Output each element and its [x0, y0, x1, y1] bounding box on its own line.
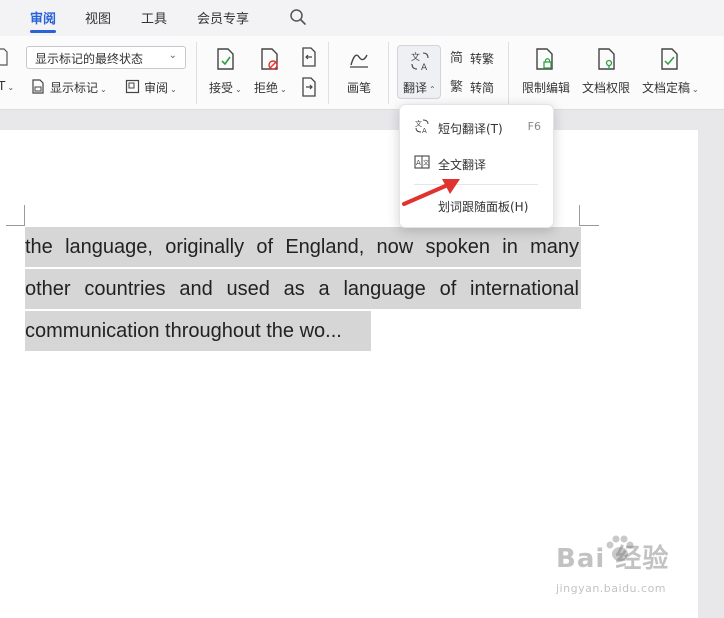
- svg-text:A: A: [416, 159, 421, 167]
- partial-button-label[interactable]: T ⌄: [0, 79, 14, 93]
- ribbon-separator: [196, 42, 197, 104]
- document-permission-button[interactable]: 文档权限: [582, 79, 630, 96]
- tab-member[interactable]: 会员专享: [197, 8, 249, 27]
- ribbon-separator: [508, 42, 509, 104]
- svg-text:文: 文: [423, 159, 429, 167]
- to-traditional-button[interactable]: 转繁: [470, 50, 494, 67]
- translate-dropdown-menu: 文A 短句翻译(T) F6 A文 全文翻译 划词跟随面板(H): [399, 104, 554, 228]
- accept-icon[interactable]: [215, 47, 237, 71]
- svg-text:A: A: [422, 127, 427, 134]
- show-markup-icon: [32, 79, 44, 94]
- pen-icon[interactable]: [347, 47, 371, 71]
- svg-text:文: 文: [415, 119, 422, 128]
- document-line[interactable]: communication throughout the wo...: [25, 311, 579, 351]
- document-permission-icon[interactable]: [596, 47, 618, 71]
- reject-icon[interactable]: [259, 47, 281, 71]
- page-corner-mark: [579, 225, 599, 226]
- page-corner-mark: [24, 205, 25, 225]
- translate-button[interactable]: 文A 翻译 ⌃: [397, 45, 441, 99]
- reject-button[interactable]: 拒绝 ⌄: [254, 79, 287, 96]
- svg-text:繁: 繁: [450, 79, 463, 94]
- baidu-watermark-logo: Bai 经验 jingyan.baidu.com: [556, 535, 669, 595]
- pen-button[interactable]: 画笔: [347, 79, 371, 96]
- review-pane-icon: [125, 79, 140, 94]
- chevron-up-icon: ⌃: [429, 85, 436, 94]
- ribbon-separator: [328, 42, 329, 104]
- active-tab-indicator: [30, 30, 56, 33]
- svg-text:文: 文: [411, 51, 420, 63]
- menu-item-sentence-translate[interactable]: 文A 短句翻译(T) F6: [400, 111, 555, 143]
- page-corner-mark: [579, 205, 580, 225]
- tab-tools[interactable]: 工具: [141, 8, 167, 27]
- next-change-icon[interactable]: [300, 77, 318, 97]
- paw-icon: [606, 535, 634, 561]
- review-ribbon: T ⌄ 显示标记的最终状态 ⌄ 显示标记 ⌄ 审阅 ⌄ 接受 ⌄ 拒绝 ⌄ 画笔 文A 翻…: [0, 36, 724, 110]
- svg-text:A: A: [421, 63, 428, 72]
- finalize-document-button[interactable]: 文档定稿 ⌄: [642, 79, 699, 96]
- red-annotation-arrow: [402, 179, 460, 206]
- show-markup-button[interactable]: 显示标记 ⌄: [50, 79, 107, 96]
- review-pane-button[interactable]: 审阅 ⌄: [144, 79, 177, 96]
- traditional-chinese-icon: 简: [450, 50, 463, 65]
- document-line[interactable]: the language, originally of England, now…: [25, 227, 579, 267]
- document-icon[interactable]: [0, 48, 8, 66]
- to-simplified-button[interactable]: 转简: [470, 79, 494, 96]
- lock-document-icon[interactable]: [534, 47, 556, 71]
- finalize-document-icon[interactable]: [659, 47, 681, 71]
- markup-state-select[interactable]: 显示标记的最终状态 ⌄: [26, 46, 186, 69]
- tab-review[interactable]: 审阅: [30, 8, 56, 27]
- search-icon[interactable]: [289, 8, 307, 26]
- simplified-chinese-icon: 繁: [450, 79, 463, 94]
- tab-view[interactable]: 视图: [85, 8, 111, 27]
- restrict-edit-button[interactable]: 限制编辑: [522, 79, 570, 96]
- translate-button-label: 翻译 ⌃: [403, 81, 436, 95]
- svg-text:简: 简: [450, 50, 463, 65]
- document-line[interactable]: other countries and used as a language o…: [25, 269, 579, 309]
- previous-change-icon[interactable]: [300, 47, 318, 67]
- page-corner-mark: [6, 225, 25, 226]
- ribbon-separator: [388, 42, 389, 104]
- full-translate-icon: A文: [414, 155, 430, 169]
- translate-icon: 文A: [411, 51, 429, 72]
- sentence-translate-icon: 文A: [415, 119, 429, 134]
- menu-tab-bar: 审阅 视图 工具 会员专享: [0, 0, 724, 36]
- chevron-down-icon: ⌄: [168, 50, 177, 61]
- accept-button[interactable]: 接受 ⌄: [209, 79, 242, 96]
